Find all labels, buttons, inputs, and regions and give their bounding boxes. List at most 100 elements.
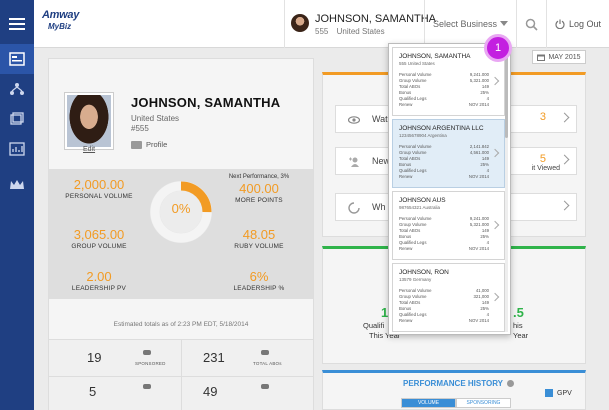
- user-details: 555 United States: [315, 27, 385, 36]
- action-row-subtext: it Viewed: [531, 165, 560, 172]
- action-row-value: 5: [539, 153, 546, 165]
- estimated-timestamp: Estimated totals as of 2:23 PM EDT, 5/18…: [113, 321, 249, 328]
- stat-value: NOV 2014: [468, 174, 489, 179]
- tab-sponsoring[interactable]: SPONSORING: [456, 398, 511, 408]
- chevron-right-icon: [490, 76, 500, 86]
- profile-link[interactable]: Profile: [131, 140, 167, 149]
- stat-label: Renew: [399, 174, 413, 179]
- qualified-right-value: .5: [513, 305, 524, 320]
- business-option-selected[interactable]: JOHNSON ARGENTINA LLC 12345678904 Argent…: [392, 119, 505, 188]
- legend-swatch: [545, 389, 553, 397]
- next-performance-label: Next Performance, 3%: [228, 174, 290, 180]
- leadership-pv-stat: 2.00 LEADERSHIP PV: [49, 269, 149, 292]
- divider: [181, 340, 182, 410]
- chevron-right-icon: [490, 292, 500, 302]
- profile-country: United States: [131, 114, 180, 123]
- stat-row: Renew NOV 2014: [399, 174, 489, 180]
- profile-card: Edit JOHNSON, SAMANTHA United States #55…: [48, 58, 314, 410]
- action-row-text: Wh: [372, 202, 386, 212]
- menu-icon[interactable]: [0, 0, 34, 48]
- avatar: [291, 14, 309, 32]
- loading-icon: [348, 202, 360, 214]
- group-volume-label: GROUP VOLUME: [71, 243, 127, 250]
- tag-count: 5: [89, 384, 97, 399]
- business-name: JOHNSON, RON: [399, 269, 449, 276]
- power-icon: [555, 19, 565, 29]
- leadership-pct-label: LEADERSHIP %: [233, 285, 285, 292]
- sponsored-count: 19: [87, 350, 102, 365]
- business-option[interactable]: JOHNSON, RON 13579 Germany Personal Volu…: [392, 263, 505, 332]
- stat-label: Renew: [399, 246, 413, 251]
- business-subtitle: 987654321 Australia: [399, 205, 441, 210]
- people-icon: [143, 350, 151, 355]
- progress-percent: 0%: [171, 201, 191, 216]
- performance-tabs: VOLUME SPONSORING: [401, 398, 511, 408]
- top-bar: Amway MyBiz JOHNSON, SAMANTHA 555 United…: [34, 0, 609, 48]
- business-stats: Personal Volume 41,000 Group Volume 321,00…: [399, 288, 489, 324]
- leadership-pct-stat: 6% LEADERSHIP %: [209, 269, 309, 292]
- profile-name: JOHNSON, SAMANTHA: [131, 95, 281, 110]
- total-abos-label: TOTAL ABOs: [253, 361, 282, 366]
- ruby-volume-label: RUBY VOLUME: [234, 243, 284, 250]
- month-label: MAY 2015: [548, 53, 581, 61]
- info-icon[interactable]: [507, 380, 515, 387]
- chevron-right-icon: [559, 112, 570, 123]
- profile-photo: [65, 93, 113, 149]
- amway-logo[interactable]: Amway MyBiz: [42, 9, 79, 31]
- personal-volume-value: 2,000.00: [73, 177, 125, 192]
- leadership-pv-value: 2.00: [86, 269, 112, 284]
- left-nav: [0, 0, 34, 410]
- logout-button[interactable]: Log Out: [546, 0, 609, 48]
- select-business-label: Select Business: [433, 19, 498, 29]
- chevron-down-icon: [500, 21, 508, 26]
- stat-value: NOV 2014: [468, 318, 489, 323]
- action-row-value: 3: [539, 111, 546, 123]
- divider: [49, 376, 313, 377]
- crown-icon[interactable]: [0, 170, 34, 200]
- edit-photo-link[interactable]: Edit: [83, 146, 95, 153]
- badge-count: 49: [203, 384, 218, 399]
- more-points-value: 400.00: [239, 181, 279, 196]
- dashboard-icon[interactable]: [0, 44, 34, 74]
- profile-link-label: Profile: [146, 140, 168, 149]
- business-stats: Personal Volume 9,241.000 Group Volume 5,3…: [399, 72, 489, 108]
- personal-volume-stat: 2,000.00 PERSONAL VOLUME: [49, 177, 149, 200]
- chevron-right-icon: [490, 220, 500, 230]
- more-points-stat: 400.00 MORE POINTS: [209, 181, 309, 204]
- performance-title-text: PERFORMANCE HISTORY: [403, 379, 504, 388]
- stat-value: NOV 2014: [468, 246, 489, 251]
- user-country: United States: [336, 27, 385, 36]
- chevron-right-icon: [559, 200, 570, 211]
- business-name: JOHNSON ARGENTINA LLC: [399, 125, 484, 132]
- profile-id: #555: [131, 124, 149, 133]
- business-dropdown: JOHNSON, SAMANTHA 555 United States Pers…: [388, 43, 511, 335]
- business-subtitle: 12345678904 Argentina: [399, 133, 447, 138]
- stat-row: Renew NOV 2014: [399, 318, 489, 324]
- user-name: JOHNSON, SAMANTHA: [315, 13, 437, 25]
- step-callout-badge: 1: [484, 34, 512, 62]
- performance-history-card: PERFORMANCE HISTORY GPV VOLUME SPONSORIN…: [322, 370, 586, 410]
- scrollbar[interactable]: [505, 48, 508, 332]
- counts-grid: 19 SPONSORED 231 TOTAL ABOs 5 49: [49, 339, 313, 410]
- month-selector[interactable]: MAY 2015: [532, 50, 586, 64]
- business-stats: Personal Volume 9,241.000 Group Volume 5,3…: [399, 216, 489, 252]
- qualified-right-label: his: [513, 321, 523, 330]
- reports-icon[interactable]: [0, 134, 34, 164]
- search-button[interactable]: [516, 0, 546, 48]
- performance-title: PERFORMANCE HISTORY: [403, 379, 515, 388]
- calendar-icon: [537, 54, 546, 61]
- chevron-right-icon: [559, 154, 570, 165]
- network-icon[interactable]: [0, 74, 34, 104]
- personal-volume-label: PERSONAL VOLUME: [65, 193, 133, 200]
- qualified-left-label: Qualifi: [363, 321, 385, 330]
- leadership-pv-label: LEADERSHIP PV: [71, 285, 127, 292]
- tab-volume[interactable]: VOLUME: [401, 398, 456, 408]
- stats-panel: 2,000.00 PERSONAL VOLUME 3,065.00 GROUP …: [49, 169, 313, 299]
- documents-icon[interactable]: [0, 104, 34, 134]
- sponsored-label: SPONSORED: [135, 361, 166, 366]
- legend-gpv: GPV: [545, 389, 572, 397]
- stat-label: Renew: [399, 102, 413, 107]
- action-row-text: Wat: [372, 114, 388, 124]
- business-option[interactable]: JOHNSON AUS 987654321 Australia Personal…: [392, 191, 505, 260]
- tag-icon: [143, 384, 151, 389]
